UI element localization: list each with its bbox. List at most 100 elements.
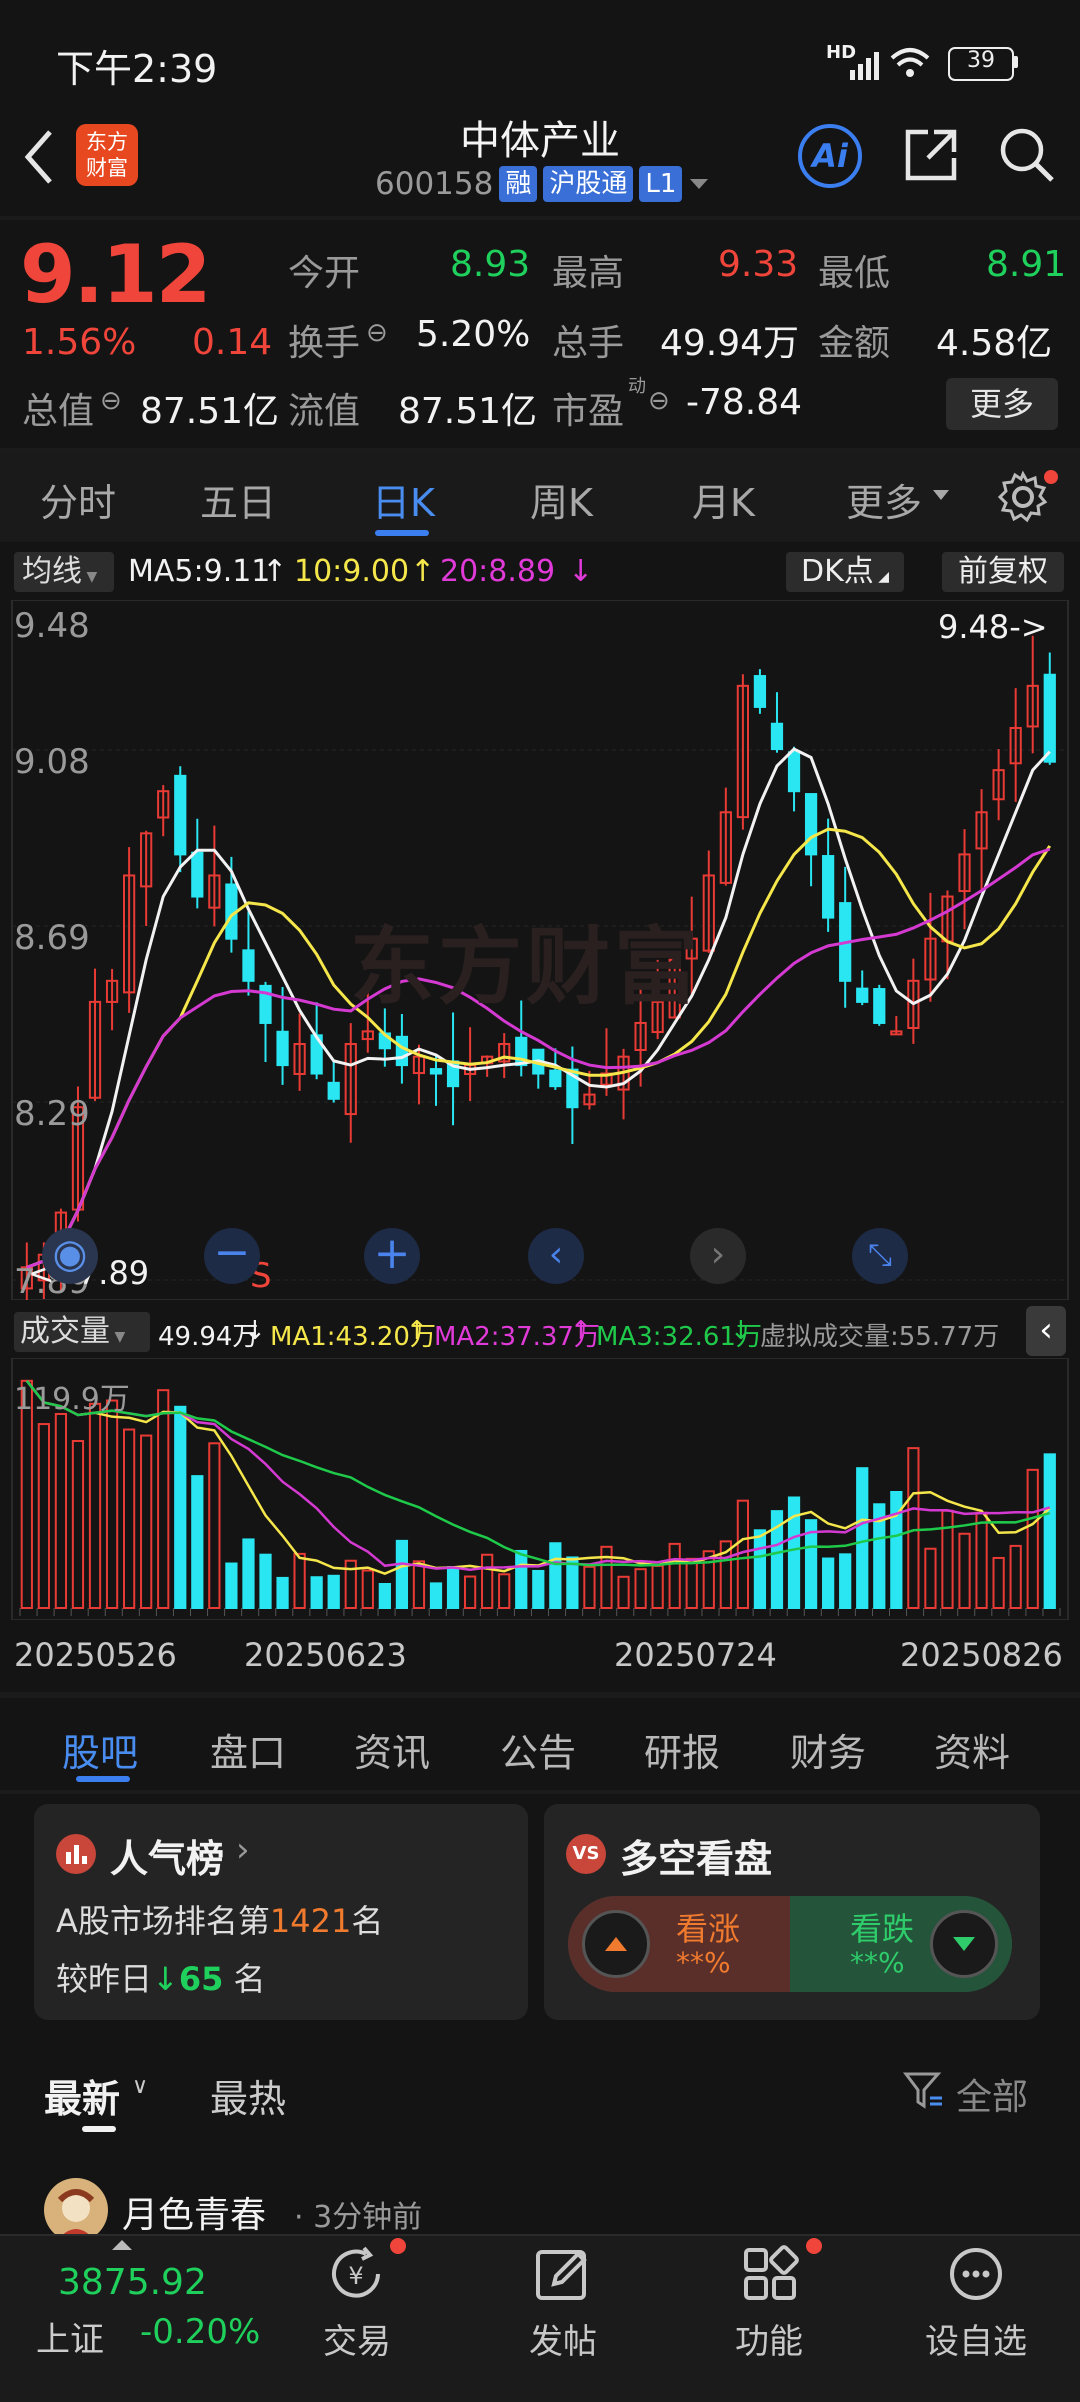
ai-button[interactable]: Ai bbox=[798, 124, 862, 188]
bull-button[interactable] bbox=[582, 1910, 650, 1978]
change-percent: 1.56% bbox=[22, 322, 137, 363]
adjust-button[interactable]: 前复权 bbox=[942, 552, 1064, 592]
battery-level: 39 bbox=[967, 48, 995, 73]
more-dots-icon[interactable] bbox=[946, 2244, 1006, 2304]
ma-selector[interactable]: 均线 ▼ bbox=[14, 552, 114, 592]
volume-bar bbox=[174, 1405, 187, 1609]
popularity-rank-line: A股市场排名第1421名 bbox=[56, 1896, 383, 1942]
tab-financials[interactable]: 财务 bbox=[790, 1722, 866, 1777]
scroll-left-button[interactable]: ‹ bbox=[528, 1228, 584, 1284]
collapse-button[interactable]: ‹ bbox=[1026, 1306, 1066, 1356]
info-icon[interactable]: ⊖ bbox=[648, 386, 670, 416]
volume-selector[interactable]: 成交量 ▼ bbox=[14, 1312, 150, 1352]
scroll-right-button[interactable]: › bbox=[690, 1228, 746, 1284]
volume-bar bbox=[924, 1547, 937, 1609]
volume-selector-label: 成交量 bbox=[20, 1314, 110, 1349]
tag-level: L1 bbox=[639, 166, 683, 202]
settings-icon[interactable] bbox=[996, 470, 1050, 524]
volume-bar bbox=[549, 1542, 562, 1609]
y-tick: 9.48 bbox=[14, 606, 90, 646]
chevron-right-icon: › bbox=[236, 1830, 250, 1870]
volume-bar bbox=[395, 1539, 409, 1610]
float-label: 流值 bbox=[288, 391, 361, 432]
tab-hot[interactable]: 最热 bbox=[210, 2068, 286, 2123]
post-username[interactable]: 月色青春 bbox=[122, 2186, 266, 2238]
fullscreen-button[interactable]: ⤡ bbox=[852, 1228, 908, 1284]
tag-margin: 融 bbox=[499, 166, 538, 202]
index-change[interactable]: -0.20% bbox=[140, 2312, 260, 2352]
tab-announcements[interactable]: 公告 bbox=[500, 1722, 576, 1777]
volume-bar bbox=[225, 1562, 238, 1609]
trade-button[interactable]: 交易 bbox=[312, 2314, 402, 2363]
watchlist-button[interactable]: 设自选 bbox=[916, 2314, 1036, 2363]
volume-bar bbox=[276, 1576, 289, 1610]
caret-down-icon bbox=[690, 179, 709, 189]
candle-body bbox=[873, 988, 886, 1024]
volume-bar bbox=[293, 1552, 306, 1610]
y-tick: 8.29 bbox=[14, 1094, 90, 1134]
crosshair-button[interactable]: ◉ bbox=[42, 1228, 98, 1284]
share-icon[interactable] bbox=[900, 124, 962, 186]
volume-bar bbox=[310, 1576, 323, 1610]
volume-max-label: 119.9万 bbox=[14, 1382, 130, 1417]
trade-icon[interactable]: ¥ bbox=[326, 2244, 386, 2304]
stock-code-row[interactable]: 600158 融 沪股通 L1 bbox=[375, 166, 710, 202]
volume-bar bbox=[583, 1565, 596, 1609]
vs-icon: VS bbox=[566, 1834, 606, 1874]
search-icon[interactable] bbox=[996, 124, 1058, 186]
arrow: ↑ bbox=[406, 1316, 428, 1346]
index-value[interactable]: 3875.92 bbox=[58, 2262, 207, 2303]
tab-research[interactable]: 研报 bbox=[644, 1722, 720, 1777]
turnover-label: 换手 bbox=[288, 323, 361, 364]
tab-news[interactable]: 资讯 bbox=[354, 1722, 430, 1777]
tab-order-book[interactable]: 盘口 bbox=[210, 1722, 286, 1777]
tab-daily-k[interactable]: 日K bbox=[372, 472, 435, 527]
grid-icon[interactable] bbox=[740, 2244, 800, 2304]
bear-value: **% bbox=[850, 1946, 905, 1979]
watermark: 东方财富 bbox=[350, 918, 703, 1016]
tab-guba[interactable]: 股吧 bbox=[62, 1722, 138, 1777]
open-label: 今开 bbox=[288, 253, 361, 294]
divider bbox=[0, 1692, 1080, 1698]
tab-more[interactable]: 更多 bbox=[846, 472, 922, 527]
volume-bar bbox=[651, 1564, 664, 1610]
zoom-in-button[interactable]: + bbox=[364, 1228, 420, 1284]
tab-latest[interactable]: 最新 bbox=[44, 2068, 120, 2123]
post-button[interactable]: 发帖 bbox=[518, 2314, 608, 2363]
more-button[interactable]: 更多 bbox=[946, 378, 1058, 430]
tab-profile[interactable]: 资料 bbox=[934, 1722, 1010, 1777]
tab-five-day[interactable]: 五日 bbox=[200, 472, 276, 527]
tab-intraday[interactable]: 分时 bbox=[40, 472, 116, 527]
sentiment-title: 多空看盘 bbox=[620, 1837, 773, 1881]
tab-monthly-k[interactable]: 月K bbox=[692, 472, 755, 527]
status-bar: 下午2:39 HD 39 bbox=[0, 0, 1080, 110]
info-icon[interactable]: ⊖ bbox=[100, 386, 122, 416]
bear-button[interactable] bbox=[930, 1910, 998, 1978]
volume-bar bbox=[992, 1556, 1005, 1610]
candle-body bbox=[1043, 673, 1056, 763]
index-name[interactable]: 上证 bbox=[36, 2312, 104, 2361]
high-value: 9.33 bbox=[718, 244, 799, 285]
bull-label: 看涨 bbox=[676, 1910, 741, 1948]
info-icon[interactable]: ⊖ bbox=[366, 318, 388, 348]
ma10-value: 10:9.00 bbox=[294, 554, 410, 589]
divider bbox=[0, 1790, 1080, 1794]
chart-icon bbox=[56, 1834, 96, 1874]
volume-bar bbox=[54, 1412, 68, 1610]
functions-button[interactable]: 功能 bbox=[724, 2314, 814, 2363]
compose-icon[interactable] bbox=[532, 2244, 592, 2304]
filter-label[interactable]: 全部 bbox=[956, 2068, 1028, 2120]
dk-point-button[interactable]: DK点 ◢ bbox=[786, 552, 904, 592]
volume-bar bbox=[242, 1538, 255, 1609]
volume-bar bbox=[259, 1553, 272, 1610]
volume-bar bbox=[123, 1428, 136, 1609]
avatar[interactable] bbox=[44, 2178, 108, 2242]
caret-up-icon bbox=[112, 2240, 132, 2250]
filter-icon[interactable] bbox=[902, 2068, 946, 2112]
volume-chart[interactable] bbox=[0, 1358, 1080, 1620]
zoom-out-button[interactable]: − bbox=[204, 1228, 260, 1284]
caret-down-icon bbox=[933, 490, 949, 500]
tab-weekly-k[interactable]: 周K bbox=[530, 472, 593, 527]
volume-bar bbox=[37, 1423, 50, 1609]
x-date: 20250826 bbox=[900, 1636, 1063, 1674]
